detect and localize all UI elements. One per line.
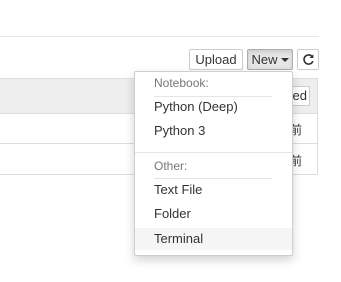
header-divider — [0, 36, 319, 37]
notebook-section-header: Notebook: — [154, 76, 209, 90]
menu-item-terminal[interactable]: Terminal — [135, 228, 292, 250]
new-button-label: New — [251, 52, 278, 67]
new-dropdown-menu: Notebook: Python (Deep) Python 3 Other: … — [134, 71, 293, 256]
menu-item-text-file[interactable]: Text File — [135, 179, 292, 201]
menu-item-folder[interactable]: Folder — [135, 203, 292, 225]
file-browser: Upload New ed 前 前 Notebook: Python (Deep… — [0, 0, 341, 282]
upload-button[interactable]: Upload — [189, 49, 243, 70]
refresh-icon — [303, 54, 314, 65]
menu-item-python-3[interactable]: Python 3 — [135, 120, 292, 142]
menu-item-python-deep[interactable]: Python (Deep) — [135, 96, 292, 118]
caret-down-icon — [280, 57, 289, 62]
menu-divider — [135, 152, 292, 153]
refresh-button[interactable] — [297, 49, 319, 70]
other-section-header: Other: — [154, 159, 188, 173]
new-dropdown-button[interactable]: New — [247, 49, 293, 70]
